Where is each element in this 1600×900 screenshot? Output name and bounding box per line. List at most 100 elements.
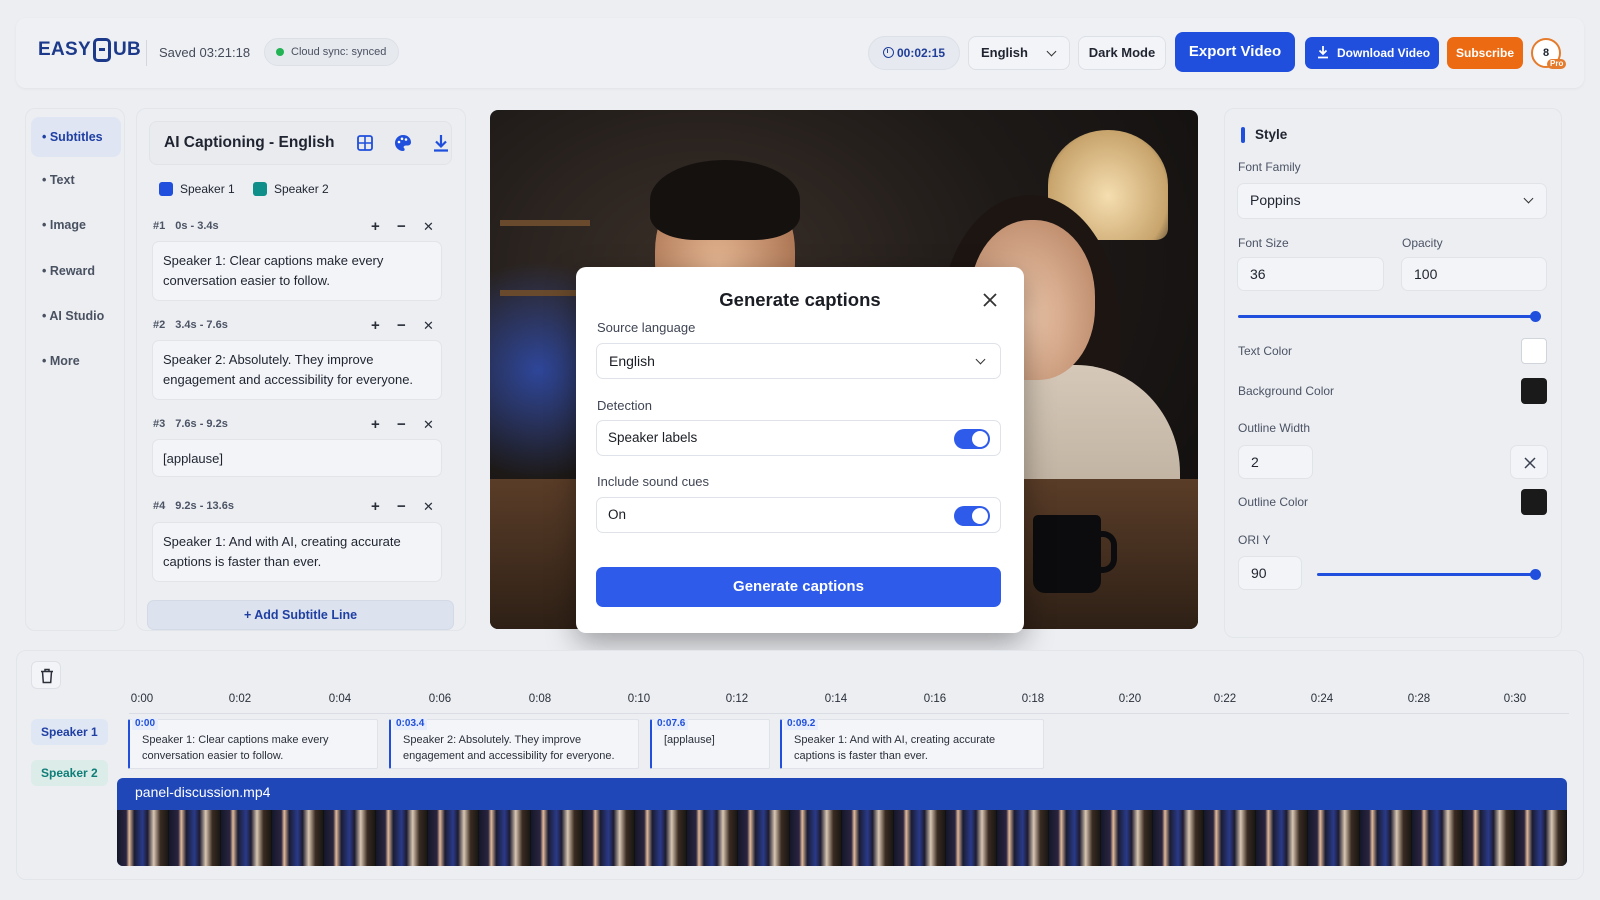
generate-captions-button[interactable]: Generate captions <box>596 567 1001 607</box>
nav-item-subtitles[interactable]: • Subtitles <box>31 117 121 157</box>
track-speaker-2-label[interactable]: Speaker 2 <box>31 760 108 786</box>
cue-number: #4 <box>153 500 166 512</box>
subtitle-panel-title: AI Captioning - English <box>164 134 335 151</box>
outline-width-input[interactable]: 2 <box>1238 445 1313 479</box>
grid-icon[interactable] <box>354 132 376 154</box>
video-thumbnail <box>272 810 325 866</box>
subtitle-panel: AI Captioning - English Speaker 1 Speake… <box>136 108 466 631</box>
delete-clip-button[interactable] <box>31 661 61 689</box>
outline-width-label: Outline Width <box>1238 421 1311 435</box>
background-color-swatch[interactable] <box>1521 378 1547 404</box>
opacity-slider-knob[interactable] <box>1530 311 1541 322</box>
video-thumbnail <box>1152 810 1205 866</box>
timeline-tick: 0:06 <box>428 693 452 705</box>
ori-y-slider-knob[interactable] <box>1530 569 1541 580</box>
cue-remove-button[interactable]: − <box>397 417 406 433</box>
video-thumbnail <box>1049 810 1101 866</box>
cue-text-field[interactable]: [applause] <box>152 439 442 477</box>
opacity-input[interactable]: 100 <box>1401 257 1547 291</box>
font-size-input[interactable]: 36 <box>1237 257 1384 291</box>
video-thumbnail <box>1463 810 1516 866</box>
nav-item-reward[interactable]: • Reward <box>31 251 121 291</box>
cue-delete-button[interactable]: ✕ <box>423 318 434 334</box>
speaker-labels-text: Speaker labels <box>608 430 698 445</box>
subscribe-button[interactable]: Subscribe <box>1447 37 1523 69</box>
video-thumbnail <box>324 810 376 866</box>
cue-remove-button[interactable]: − <box>397 499 406 515</box>
timeline-clip[interactable]: 0:07.6 [applause] <box>650 718 770 769</box>
cue-add-button[interactable]: + <box>371 499 380 515</box>
clip-start-time: 0:09.2 <box>784 718 819 730</box>
download-icon[interactable] <box>430 132 452 154</box>
logo-text-b: UB <box>112 39 141 60</box>
source-language-label: Source language <box>597 320 696 335</box>
user-avatar[interactable]: 8 Pro <box>1531 38 1567 69</box>
nav-item-ai-studio[interactable]: • AI Studio <box>31 296 121 336</box>
ori-y-slider[interactable] <box>1317 569 1541 580</box>
ori-y-input[interactable]: 90 <box>1238 556 1302 590</box>
source-language-value: English <box>609 353 655 369</box>
cue-text-field[interactable]: Speaker 1: Clear captions make every con… <box>152 241 442 301</box>
cue-header: #4 9.2s - 13.6s <box>153 500 234 512</box>
cue-remove-button[interactable]: − <box>397 318 406 334</box>
language-select[interactable]: English <box>968 36 1070 70</box>
font-family-value: Poppins <box>1250 192 1301 208</box>
cue-text-field[interactable]: Speaker 2: Absolutely. They improve enga… <box>152 340 442 400</box>
track-speaker-1-label[interactable]: Speaker 1 <box>31 719 108 745</box>
video-thumbnail <box>117 810 169 866</box>
video-track[interactable]: panel-discussion.mp4 <box>117 778 1567 866</box>
outline-color-swatch[interactable] <box>1521 489 1547 515</box>
timer-value: 00:02:15 <box>896 46 946 60</box>
add-subtitle-line-button[interactable]: + Add Subtitle Line <box>147 600 454 630</box>
timeline-clip[interactable]: 0:00 Speaker 1: Clear captions make ever… <box>128 718 378 769</box>
close-icon[interactable] <box>983 293 997 307</box>
download-video-button[interactable]: Download Video <box>1305 37 1439 69</box>
sound-cues-toggle[interactable] <box>954 506 990 526</box>
font-family-select[interactable]: Poppins <box>1237 183 1547 219</box>
speaker-labels-toggle[interactable] <box>954 429 990 449</box>
nav-item-image[interactable]: • Image <box>31 205 121 245</box>
app-logo[interactable]: EASY UB <box>38 38 141 62</box>
cue-add-button[interactable]: + <box>371 417 380 433</box>
cue-delete-button[interactable]: ✕ <box>423 417 434 433</box>
video-thumbnail <box>841 810 894 866</box>
video-thumbnail <box>790 810 842 866</box>
dark-mode-button[interactable]: Dark Mode <box>1078 36 1166 70</box>
generate-captions-modal: Generate captions Source language Englis… <box>576 267 1024 633</box>
text-color-swatch[interactable] <box>1521 338 1547 364</box>
timeline-clip[interactable]: 0:03.4 Speaker 2: Absolutely. They impro… <box>389 718 639 769</box>
timeline-tick: 0:00 <box>130 693 154 705</box>
source-language-select[interactable]: English <box>596 343 1001 379</box>
subtitle-panel-header: AI Captioning - English <box>149 121 452 165</box>
avatar-initial: 8 <box>1542 47 1550 59</box>
trash-icon <box>41 668 53 684</box>
style-panel: Style Font Family Poppins Font Size 36 O… <box>1224 108 1562 638</box>
cue-add-button[interactable]: + <box>371 318 380 334</box>
timeline-tick: 0:14 <box>824 693 848 705</box>
speaker-1-swatch <box>159 182 173 196</box>
nav-item-text[interactable]: • Text <box>31 160 121 200</box>
sound-cues-value: On <box>608 507 627 522</box>
palette-icon[interactable] <box>392 132 414 154</box>
detection-label: Detection <box>597 398 652 413</box>
video-thumbnail <box>945 810 998 866</box>
video-thumbnail <box>1515 810 1567 866</box>
clip-start-time: 0:07.6 <box>654 718 689 730</box>
cue-text-field[interactable]: Speaker 1: And with AI, creating accurat… <box>152 522 442 582</box>
nav-item-more[interactable]: • More <box>31 341 121 381</box>
cue-remove-button[interactable]: − <box>397 219 406 235</box>
cue-delete-button[interactable]: ✕ <box>423 219 434 235</box>
clip-start-time: 0:03.4 <box>393 718 428 730</box>
cue-add-button[interactable]: + <box>371 219 380 235</box>
export-video-button[interactable]: Export Video <box>1175 32 1295 72</box>
cue-number: #2 <box>153 319 166 331</box>
timeline-clip[interactable]: 0:09.2 Speaker 1: And with AI, creating … <box>780 718 1044 769</box>
cue-delete-button[interactable]: ✕ <box>423 499 434 515</box>
font-size-label: Font Size <box>1238 236 1289 250</box>
video-track-filename: panel-discussion.mp4 <box>135 784 271 800</box>
outline-clear-button[interactable] <box>1510 445 1548 479</box>
logo-text-a: EASY <box>38 39 91 60</box>
video-thumbnail <box>375 810 428 866</box>
speaker-labels-row: Speaker labels <box>596 420 1001 456</box>
opacity-slider[interactable] <box>1238 311 1541 322</box>
